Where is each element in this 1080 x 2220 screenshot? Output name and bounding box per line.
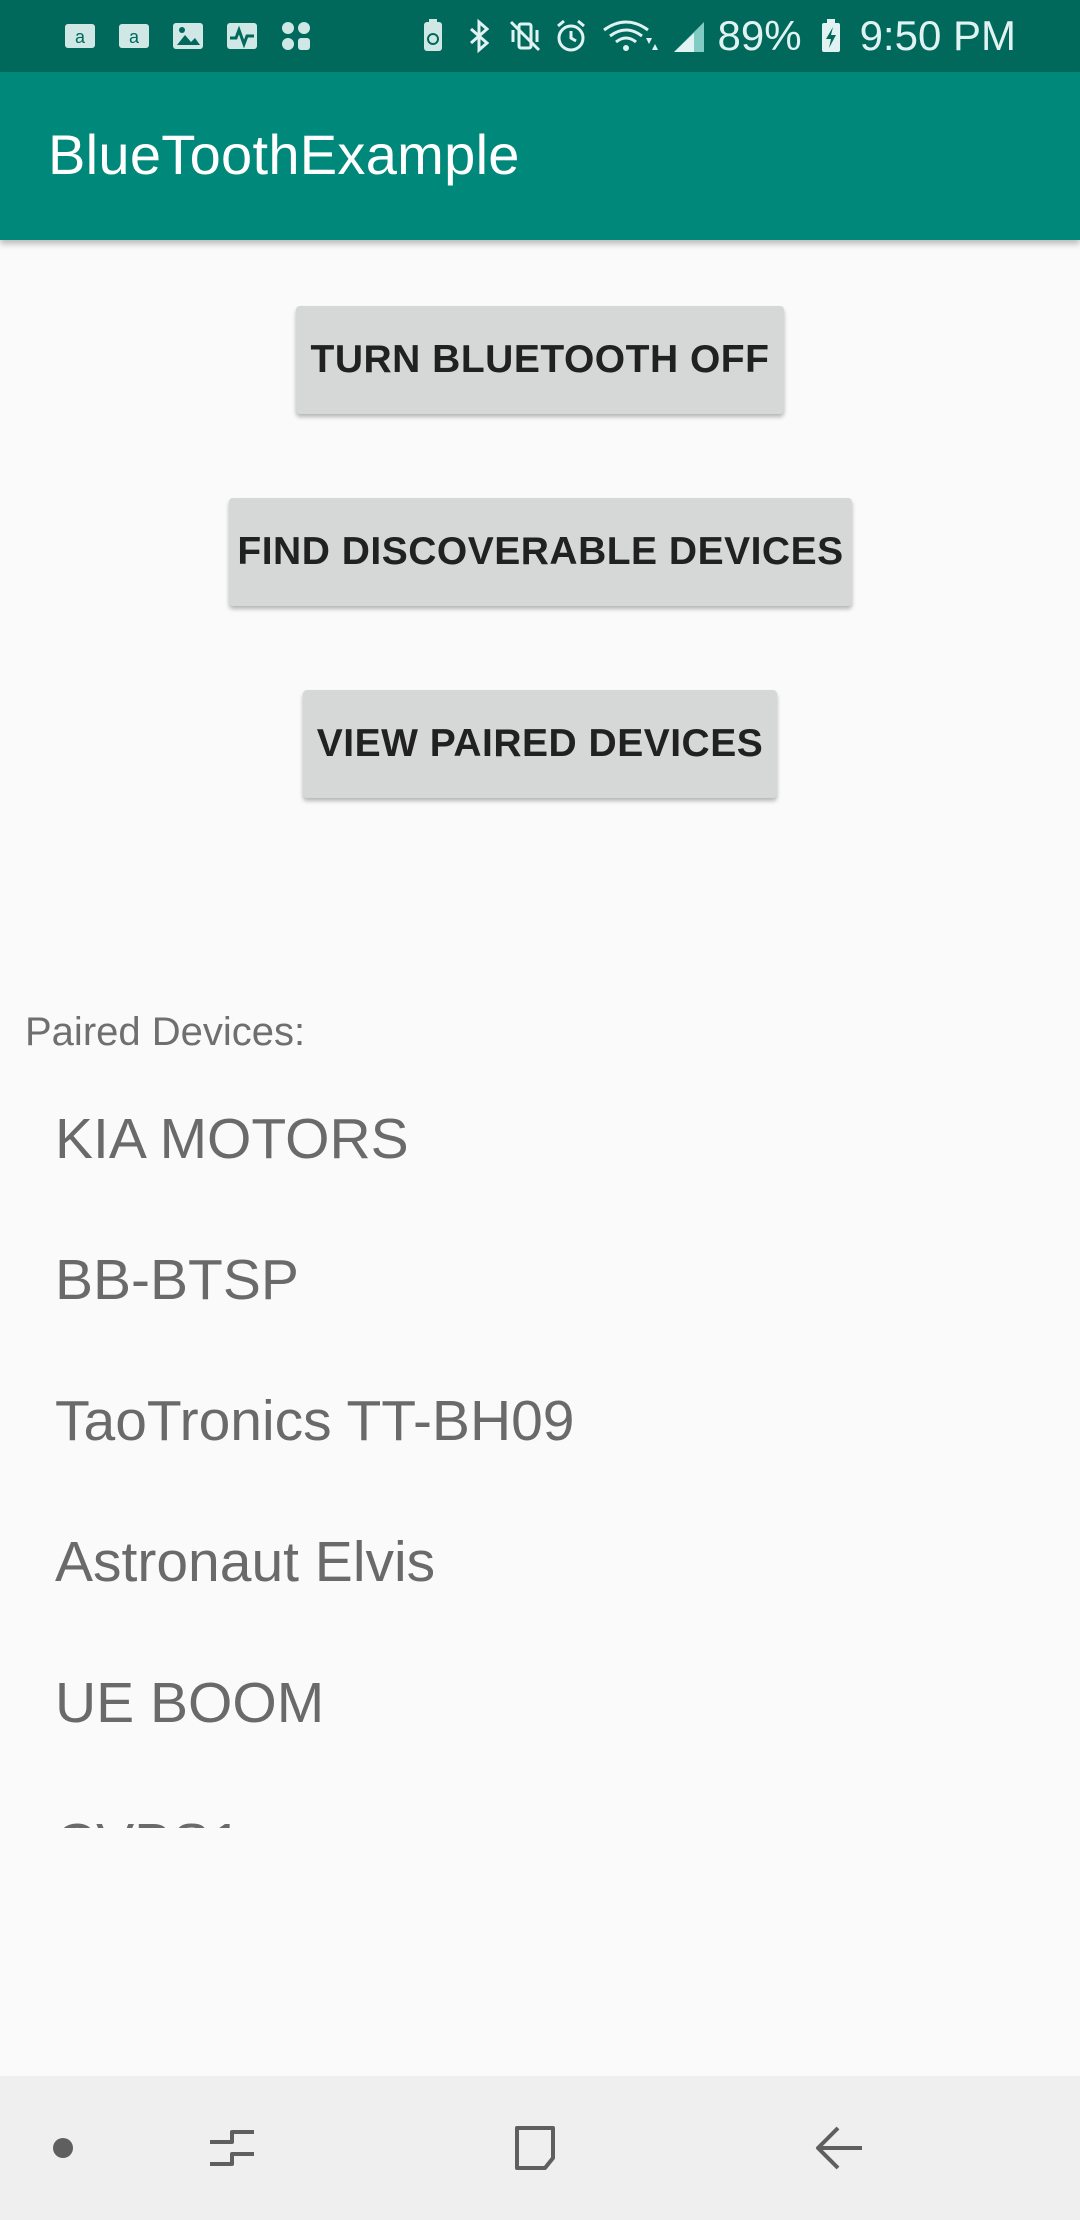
status-right-icons: 89% 9:50 PM <box>416 10 1016 62</box>
overview-icon[interactable] <box>485 2098 585 2198</box>
amazon-icon: a <box>65 24 95 48</box>
screen: a a 89% 9:50 PM BlueToothExample TURN BL… <box>0 0 1080 2220</box>
device-list[interactable]: KIA MOTORS BB-BTSP TaoTronics TT-BH09 As… <box>0 1068 1080 1828</box>
signal-icon <box>673 22 704 52</box>
paired-devices-label: Paired Devices: <box>25 1010 306 1054</box>
status-left-icons: a a <box>62 14 314 58</box>
status-bar: a a 89% 9:50 PM <box>0 0 1080 72</box>
svg-text:a: a <box>129 27 140 47</box>
svg-text:a: a <box>75 27 86 47</box>
list-item[interactable]: TaoTronics TT-BH09 <box>55 1388 575 1454</box>
alarm-icon <box>556 19 585 52</box>
view-paired-button[interactable]: VIEW PAIRED DEVICES <box>303 690 777 798</box>
home-dot-icon[interactable] <box>13 2098 113 2198</box>
toggle-bluetooth-button[interactable]: TURN BLUETOOTH OFF <box>296 306 784 414</box>
apps-icon <box>282 22 310 50</box>
list-item[interactable]: KIA MOTORS <box>55 1106 409 1172</box>
battery-saver-icon <box>423 19 442 51</box>
find-devices-button[interactable]: FIND DISCOVERABLE DEVICES <box>229 498 852 606</box>
list-item[interactable]: CVBS1 <box>55 1811 242 1828</box>
back-icon[interactable] <box>788 2098 888 2198</box>
vibrate-icon <box>509 20 540 52</box>
amazon-icon: a <box>119 24 149 48</box>
app-title: BlueToothExample <box>48 123 520 186</box>
wifi-icon <box>602 20 658 51</box>
bluetooth-icon <box>469 18 489 54</box>
navigation-bar <box>0 2076 1080 2220</box>
list-item[interactable]: UE BOOM <box>55 1670 324 1736</box>
battery-icon <box>821 19 840 52</box>
list-item[interactable]: BB-BTSP <box>55 1247 299 1313</box>
activity-icon <box>227 23 257 49</box>
battery-percent: 89% <box>717 12 802 59</box>
app-bar: BlueToothExample <box>0 72 1080 240</box>
list-item[interactable]: Astronaut Elvis <box>55 1529 435 1595</box>
recents-icon[interactable] <box>182 2098 282 2198</box>
image-icon <box>173 23 203 49</box>
status-time: 9:50 PM <box>859 12 1016 59</box>
